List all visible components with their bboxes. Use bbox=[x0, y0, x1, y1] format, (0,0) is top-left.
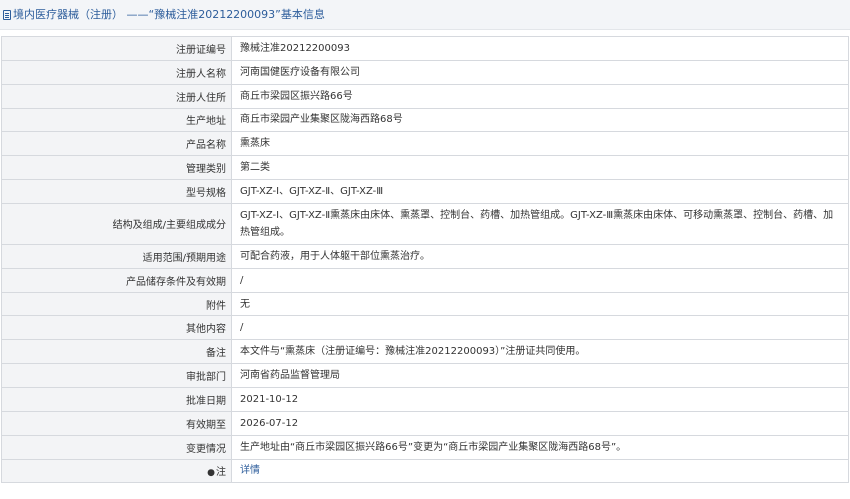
table-row: 注册人住所 商丘市梁园区振兴路66号 bbox=[1, 83, 849, 109]
row-label: 其他内容 bbox=[1, 315, 232, 341]
row-value: GJT-XZ-Ⅰ、GJT-XZ-Ⅱ、GJT-XZ-Ⅲ bbox=[231, 179, 849, 204]
row-value: 无 bbox=[231, 291, 849, 317]
row-value: / bbox=[231, 315, 849, 341]
table-row: 注册证编号 豫械注准20212200093 bbox=[1, 36, 849, 61]
page-title: 境内医疗器械（注册） ——“豫械注准20212200093”基本信息 bbox=[13, 8, 325, 21]
row-label: 注册人住所 bbox=[1, 83, 232, 109]
table-row: 其他内容 / bbox=[1, 315, 849, 341]
note-label-text: 注 bbox=[216, 467, 226, 479]
table-row: 批准日期 2021-10-12 bbox=[1, 386, 849, 412]
table-row: ●注 详情 bbox=[1, 458, 849, 484]
table-row: 适用范围/预期用途 可配合药液，用于人体躯干部位熏蒸治疗。 bbox=[1, 243, 849, 269]
row-value: 可配合药液，用于人体躯干部位熏蒸治疗。 bbox=[231, 243, 849, 269]
row-value: 商丘市梁园产业集聚区陇海西路68号 bbox=[231, 107, 849, 133]
row-value: 生产地址由“商丘市梁园区振兴路66号”变更为“商丘市梁园产业集聚区陇海西路68号… bbox=[231, 434, 849, 460]
row-value: / bbox=[231, 267, 849, 293]
row-label: 有效期至 bbox=[1, 410, 232, 436]
table-row: 变更情况 生产地址由“商丘市梁园区振兴路66号”变更为“商丘市梁园产业集聚区陇海… bbox=[1, 434, 849, 460]
row-label: 适用范围/预期用途 bbox=[1, 243, 232, 269]
row-label: 产品名称 bbox=[1, 131, 232, 157]
row-value: 熏蒸床 bbox=[231, 131, 849, 157]
row-value: 本文件与“熏蒸床（注册证编号：豫械注准20212200093）”注册证共同使用。 bbox=[231, 339, 849, 365]
table-row: 管理类别 第二类 bbox=[1, 155, 849, 181]
row-label: 附件 bbox=[1, 291, 232, 317]
row-value: GJT-XZ-Ⅰ、GJT-XZ-Ⅱ熏蒸床由床体、熏蒸罩、控制台、药槽、加热管组成… bbox=[231, 202, 849, 245]
table-row: 产品名称 熏蒸床 bbox=[1, 131, 849, 157]
row-label: 批准日期 bbox=[1, 386, 232, 412]
row-value: 河南省药品监督管理局 bbox=[231, 363, 849, 388]
row-label: 产品储存条件及有效期 bbox=[1, 267, 232, 293]
row-value: 2021-10-12 bbox=[231, 386, 849, 412]
document-icon bbox=[3, 10, 11, 20]
details-link[interactable]: 详情 bbox=[240, 465, 260, 476]
row-label: 注册证编号 bbox=[1, 36, 232, 61]
page: 境内医疗器械（注册） ——“豫械注准20212200093”基本信息 注册证编号… bbox=[0, 0, 850, 499]
row-value: 河南国健医疗设备有限公司 bbox=[231, 59, 849, 85]
row-label: 型号规格 bbox=[1, 179, 232, 204]
table-row: 注册人名称 河南国健医疗设备有限公司 bbox=[1, 59, 849, 85]
row-label: 审批部门 bbox=[1, 363, 232, 388]
table-row: 型号规格 GJT-XZ-Ⅰ、GJT-XZ-Ⅱ、GJT-XZ-Ⅲ bbox=[1, 179, 849, 204]
row-label: 生产地址 bbox=[1, 107, 232, 133]
note-value: 详情 bbox=[231, 458, 849, 484]
row-value: 2026-07-12 bbox=[231, 410, 849, 436]
row-label: 注册人名称 bbox=[1, 59, 232, 85]
table-row: 附件 无 bbox=[1, 291, 849, 317]
row-label: 变更情况 bbox=[1, 434, 232, 460]
pin-icon: ● bbox=[207, 468, 215, 479]
row-value: 商丘市梁园区振兴路66号 bbox=[231, 83, 849, 109]
table-row: 生产地址 商丘市梁园产业集聚区陇海西路68号 bbox=[1, 107, 849, 133]
row-value: 豫械注准20212200093 bbox=[231, 36, 849, 61]
info-table: 注册证编号 豫械注准20212200093 注册人名称 河南国健医疗设备有限公司… bbox=[1, 36, 849, 484]
row-value: 第二类 bbox=[231, 155, 849, 181]
table-row: 产品储存条件及有效期 / bbox=[1, 267, 849, 293]
table-row: 有效期至 2026-07-12 bbox=[1, 410, 849, 436]
row-label: 结构及组成/主要组成成分 bbox=[1, 202, 232, 245]
table-row: 审批部门 河南省药品监督管理局 bbox=[1, 363, 849, 388]
row-label: 备注 bbox=[1, 339, 232, 365]
page-header: 境内医疗器械（注册） ——“豫械注准20212200093”基本信息 bbox=[0, 0, 850, 30]
table-row: 备注 本文件与“熏蒸床（注册证编号：豫械注准20212200093）”注册证共同… bbox=[1, 339, 849, 365]
row-label: 管理类别 bbox=[1, 155, 232, 181]
table-row: 结构及组成/主要组成成分 GJT-XZ-Ⅰ、GJT-XZ-Ⅱ熏蒸床由床体、熏蒸罩… bbox=[1, 202, 849, 245]
note-label: ●注 bbox=[1, 458, 232, 484]
